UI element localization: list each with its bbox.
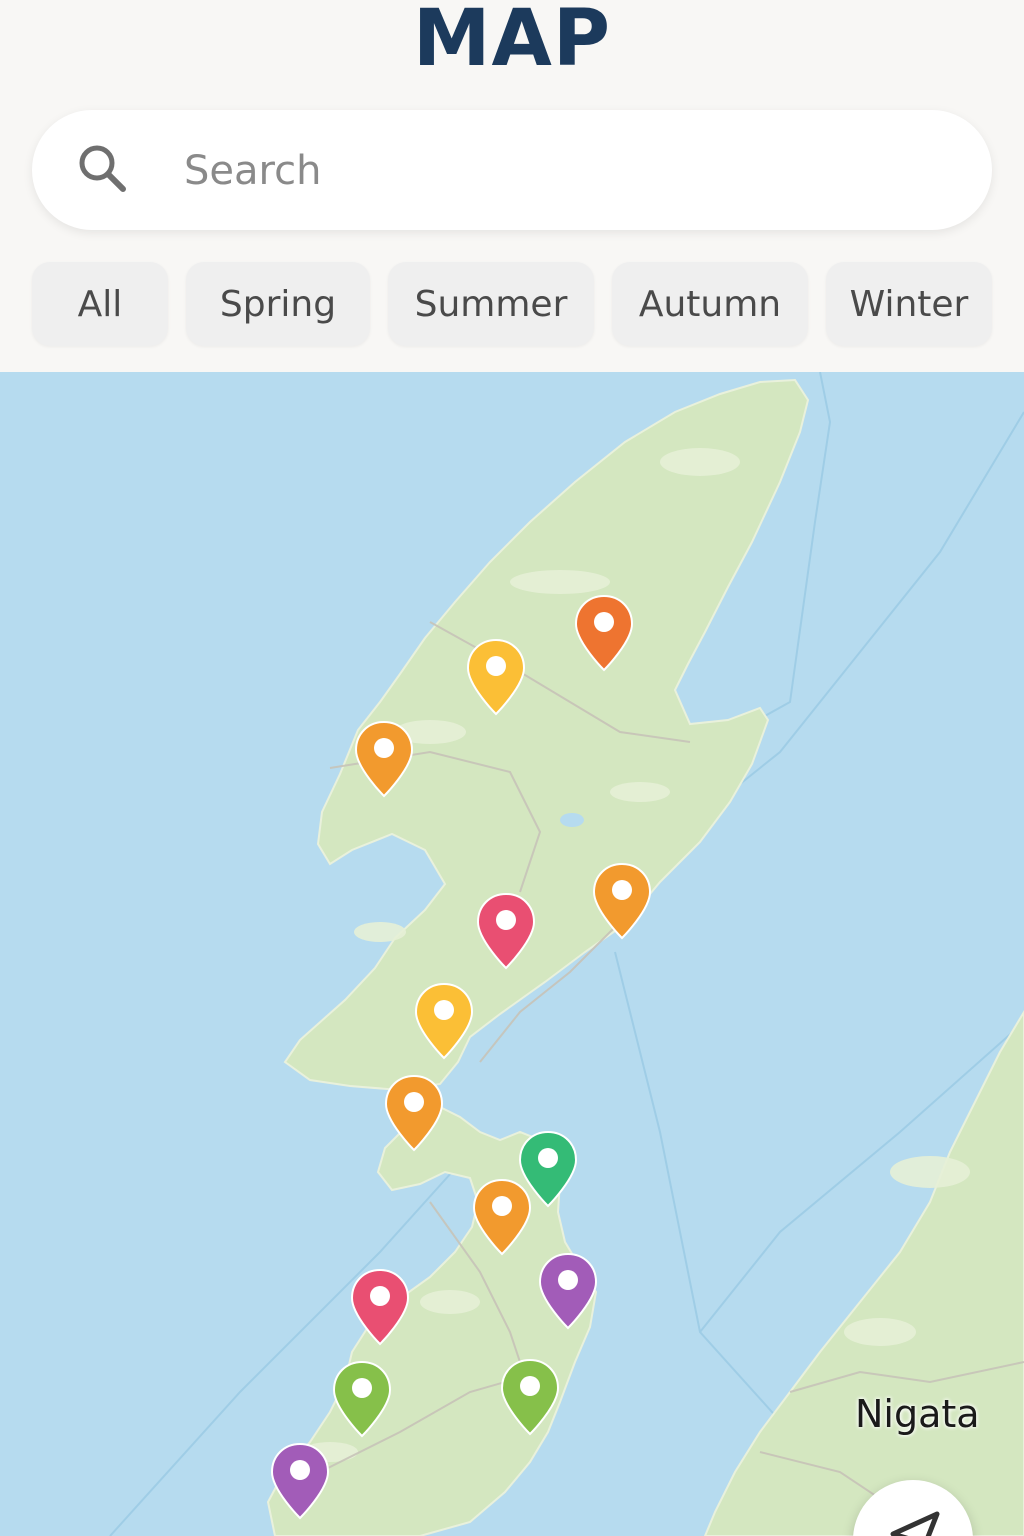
filter-chip-label: Summer [414,283,568,325]
page-title: MAP [412,0,612,84]
filter-chip-label: Winter [849,283,969,325]
map-pin[interactable] [472,1178,532,1258]
header: MAP All Spring Summer Autumn Winter [0,0,1024,372]
map-pin[interactable] [500,1358,560,1438]
map-pin[interactable] [414,982,474,1062]
filter-chip-label: Autumn [638,283,782,325]
map-pin[interactable] [384,1074,444,1154]
search-bar[interactable] [32,110,992,230]
filter-chip-all[interactable]: All [32,262,168,346]
filter-chip-spring[interactable]: Spring [186,262,370,346]
search-input[interactable] [182,140,966,202]
filter-chip-label: Spring [219,283,337,325]
map-pin[interactable] [592,862,652,942]
filter-chip-autumn[interactable]: Autumn [612,262,808,346]
navigation-arrow-icon [890,1511,940,1536]
map-pin[interactable] [574,594,634,674]
map-pin[interactable] [354,720,414,800]
filter-chip-winter[interactable]: Winter [826,262,992,346]
map-view[interactable]: Nigata [0,372,1024,1536]
filter-chip-summer[interactable]: Summer [388,262,594,346]
place-label-city: Nigata [855,1392,980,1436]
map-pin[interactable] [350,1268,410,1348]
map-pin[interactable] [476,892,536,972]
map-pin[interactable] [270,1442,330,1522]
search-icon [79,145,126,192]
map-pin[interactable] [538,1252,598,1332]
map-pin[interactable] [332,1360,392,1440]
locate-button[interactable] [853,1480,973,1536]
filter-chip-label: All [77,283,123,325]
map-pin[interactable] [466,638,526,718]
